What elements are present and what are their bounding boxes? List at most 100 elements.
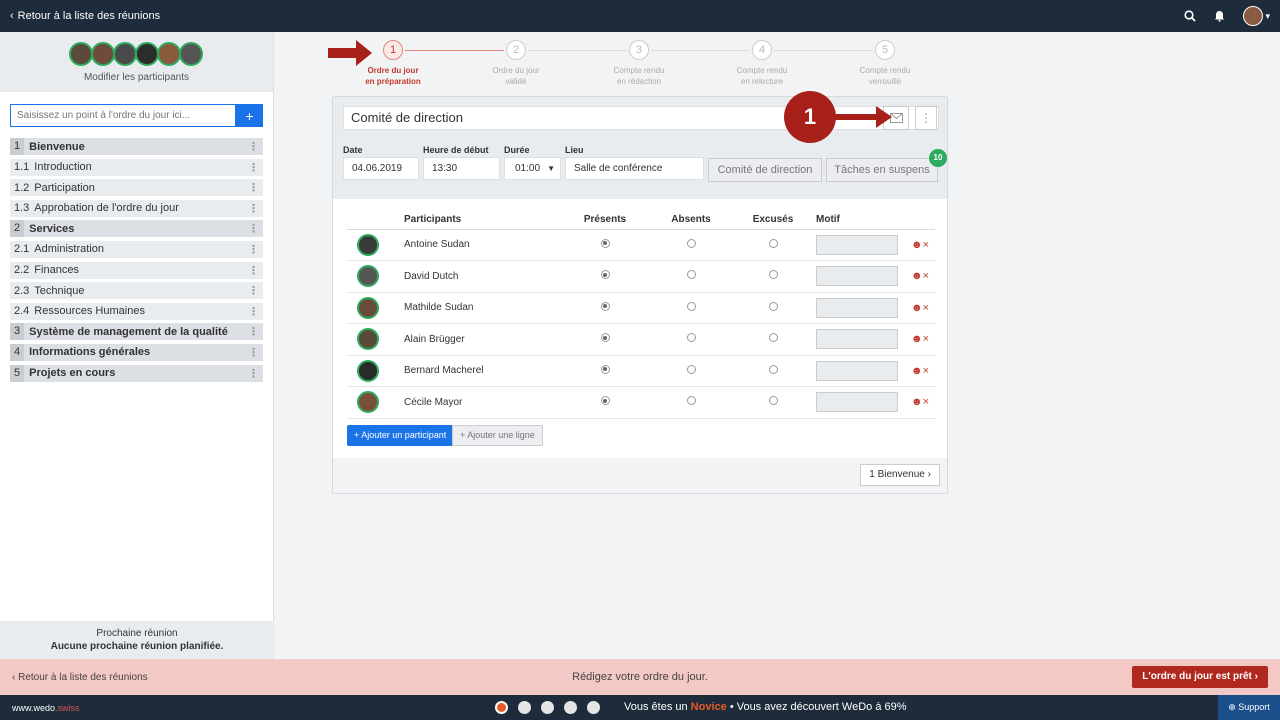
sidebar-item[interactable]: 1.1 Introduction ⋮ [10, 158, 263, 176]
remove-participant-icon[interactable]: ☻× [911, 396, 929, 408]
present-radio[interactable] [600, 270, 610, 280]
drag-handle-icon[interactable]: ⋮ [248, 243, 259, 256]
search-icon[interactable] [1184, 10, 1197, 22]
user-avatar [1243, 6, 1264, 26]
committee-button[interactable]: Comité de direction [708, 158, 822, 182]
present-cell [564, 386, 646, 419]
sidebar-item[interactable]: 4 Informations générales ⋮ [10, 343, 263, 361]
absent-cell [646, 386, 736, 419]
place-input[interactable]: Salle de conférence [565, 157, 704, 180]
more-options-button[interactable]: ⋮ [915, 106, 937, 130]
agenda-item-number: 2.4 [14, 305, 30, 318]
drag-handle-icon[interactable]: ⋮ [248, 367, 259, 380]
sidebar-item[interactable]: 1.3 Approbation de l'ordre du jour ⋮ [10, 199, 263, 217]
sidebar-item[interactable]: 5 Projets en cours ⋮ [10, 364, 263, 382]
excused-radio[interactable] [768, 238, 778, 248]
drag-handle-icon[interactable]: ⋮ [248, 346, 259, 359]
drag-handle-icon[interactable]: ⋮ [248, 305, 259, 318]
pending-tasks-badge: 10 [929, 149, 947, 167]
remove-participant-icon[interactable]: ☻× [911, 302, 929, 314]
sidebar-item[interactable]: 2.4 Ressources Humaines ⋮ [10, 302, 263, 320]
chevron-right-icon: › [1254, 671, 1258, 682]
sidebar-item[interactable]: 2 Services ⋮ [10, 220, 263, 238]
avatar [178, 41, 203, 66]
sidebar-item[interactable]: 1 Bienvenue ⋮ [10, 138, 263, 155]
absent-radio[interactable] [686, 364, 696, 374]
support-button[interactable]: ⊕ Support [1218, 695, 1280, 720]
remove-cell: ☻× [905, 323, 935, 356]
drag-handle-icon[interactable]: ⋮ [248, 284, 259, 297]
absent-radio[interactable] [686, 333, 696, 343]
agenda-item-label: Approbation de l'ordre du jour [34, 202, 179, 215]
drag-handle-icon[interactable]: ⋮ [248, 325, 259, 338]
agenda-item-label: Technique [34, 284, 85, 297]
excused-radio[interactable] [768, 301, 778, 311]
sidebar-item[interactable]: 2.1 Administration ⋮ [10, 240, 263, 258]
add-agenda-item-button[interactable]: + [236, 104, 263, 127]
reason-input[interactable] [816, 392, 898, 413]
absent-radio[interactable] [686, 301, 696, 311]
add-line-button[interactable]: + Ajouter une ligne [452, 425, 543, 446]
reason-input[interactable] [816, 297, 898, 318]
reason-input[interactable] [816, 329, 898, 350]
participant-avatar-cell [347, 355, 404, 387]
top-bar: ‹ Retour à la liste des réunions ▾ [0, 0, 1280, 32]
remove-participant-icon[interactable]: ☻× [911, 365, 929, 377]
excused-radio[interactable] [768, 333, 778, 343]
reason-cell [810, 323, 905, 356]
present-radio[interactable] [600, 333, 610, 343]
progress-dot-active [495, 701, 508, 714]
present-radio[interactable] [600, 301, 610, 311]
step-label-line1: Ordre du jour [367, 66, 419, 75]
drag-handle-icon[interactable]: ⋮ [248, 140, 259, 153]
drag-handle-icon[interactable]: ⋮ [248, 181, 259, 194]
remove-participant-icon[interactable]: ☻× [911, 270, 929, 282]
table-row: Bernard Macherel ☻× [347, 355, 935, 387]
action-message: Rédigez votre ordre du jour. [572, 671, 708, 683]
drag-handle-icon[interactable]: ⋮ [248, 222, 259, 235]
pending-tasks-button[interactable]: Tâches en suspens [826, 158, 938, 182]
agenda-item-input[interactable] [10, 104, 236, 127]
duration-value: 01:00 [515, 163, 541, 174]
present-radio[interactable] [600, 238, 610, 248]
stepper-step: 4 Compte rendu en relecture [712, 40, 812, 87]
reason-input[interactable] [816, 360, 898, 381]
absent-radio[interactable] [686, 238, 696, 248]
back-to-meetings-bottom-link[interactable]: ‹ Retour à la liste des réunions [12, 672, 148, 683]
excused-radio[interactable] [768, 396, 778, 406]
sidebar-item[interactable]: 2.2 Finances ⋮ [10, 261, 263, 279]
excused-radio[interactable] [768, 270, 778, 280]
participants-header: Modifier les participants [0, 32, 273, 92]
brand-logo[interactable]: www.wedo.swiss [12, 703, 80, 713]
drag-handle-icon[interactable]: ⋮ [248, 161, 259, 174]
drag-handle-icon[interactable]: ⋮ [248, 202, 259, 215]
date-input[interactable]: 04.06.2019 [343, 157, 419, 180]
sidebar-item[interactable]: 3 Système de management de la qualité ⋮ [10, 323, 263, 341]
remove-participant-icon[interactable]: ☻× [911, 333, 929, 345]
excused-radio[interactable] [768, 364, 778, 374]
present-radio[interactable] [600, 396, 610, 406]
edit-participants-link[interactable]: Modifier les participants [84, 72, 189, 83]
agenda-ready-button[interactable]: L'ordre du jour est prêt › [1132, 666, 1268, 688]
reason-input[interactable] [816, 266, 898, 287]
remove-participant-icon[interactable]: ☻× [911, 239, 929, 251]
reason-input[interactable] [816, 234, 898, 255]
sidebar-item[interactable]: 1.2 Participation ⋮ [10, 179, 263, 197]
absent-radio[interactable] [686, 396, 696, 406]
start-time-input[interactable]: 13:30 [423, 157, 500, 180]
excused-cell [736, 355, 810, 387]
next-agenda-item-button[interactable]: 1 Bienvenue › [860, 464, 940, 486]
sidebar-item[interactable]: 2.3 Technique ⋮ [10, 282, 263, 300]
agenda-item-number: 3 [10, 323, 25, 341]
add-participant-button[interactable]: + Ajouter un participant [347, 425, 454, 446]
back-to-meetings-link[interactable]: ‹ Retour à la liste des réunions [10, 10, 160, 22]
duration-select[interactable]: 01:00 ▼ [504, 157, 561, 180]
drag-handle-icon[interactable]: ⋮ [248, 264, 259, 277]
present-radio[interactable] [600, 364, 610, 374]
agenda-item-label: Introduction [34, 161, 92, 174]
participants-avatars[interactable] [68, 41, 203, 66]
bell-icon[interactable] [1214, 10, 1225, 22]
agenda-item-number: 2.3 [14, 284, 30, 297]
absent-radio[interactable] [686, 270, 696, 280]
user-menu[interactable]: ▾ [1243, 6, 1270, 26]
